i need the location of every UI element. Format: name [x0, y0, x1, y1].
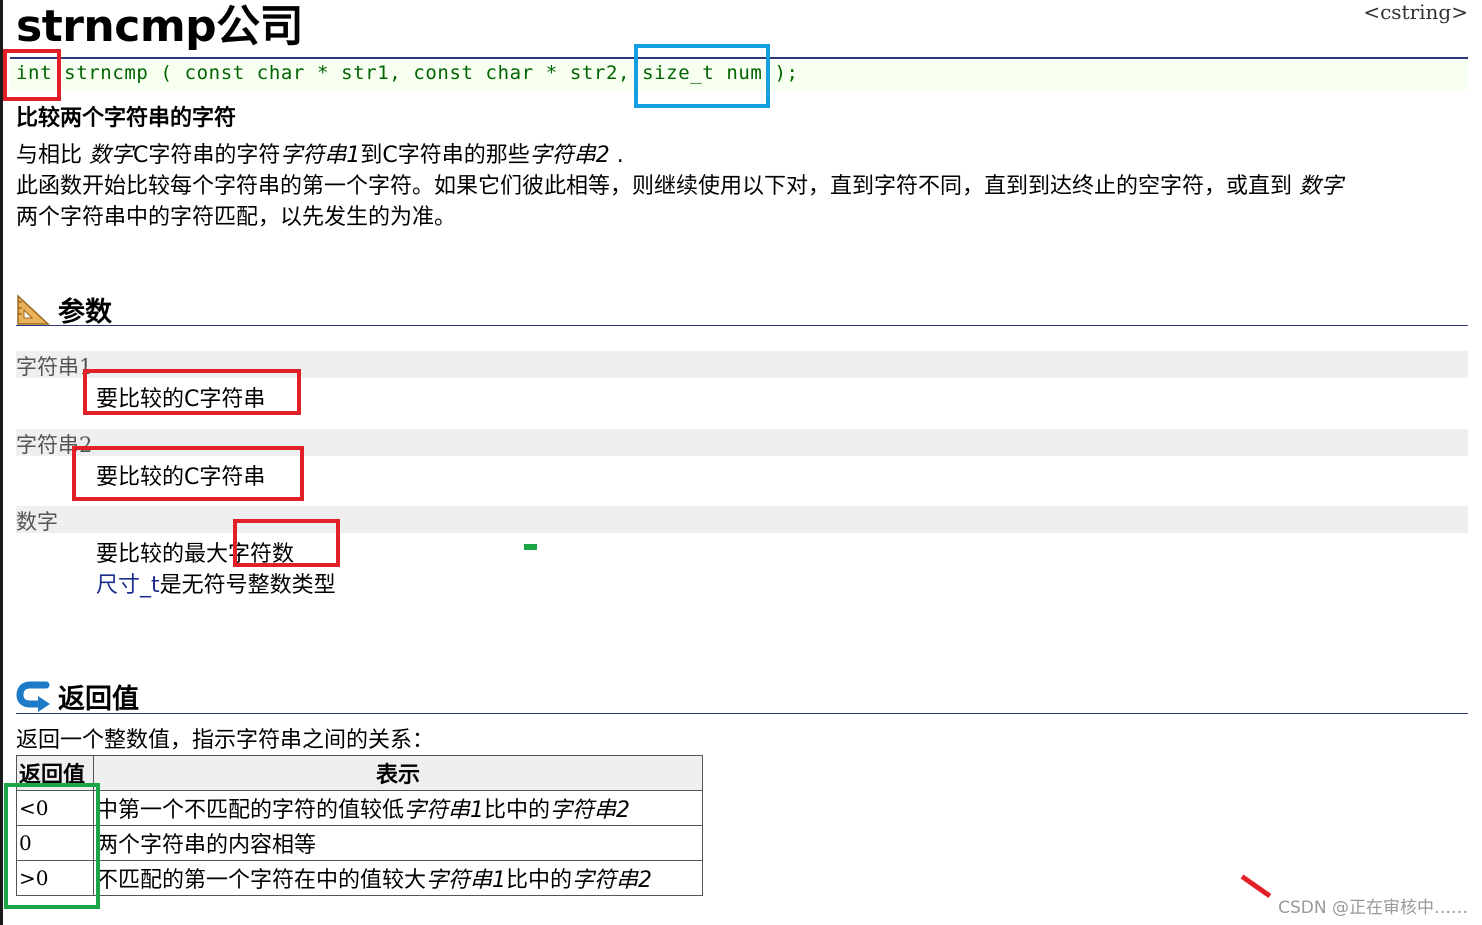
return-intro: 返回一个整数值，指示字符串之间的关系： — [16, 728, 435, 753]
header-tag-link[interactable]: <cstring> — [1363, 0, 1468, 24]
table-row: <0 中第一个不匹配的字符的值较低字符串1比中的字符串2 — [16, 790, 703, 826]
description-line-3: 两个字符串中的字符匹配，以先发生的为准。 — [16, 205, 457, 230]
return-value-table: 返回值 表示 <0 中第一个不匹配的字符的值较低字符串1比中的字符串2 0 两个… — [16, 755, 703, 896]
size-t-link[interactable]: 尺寸_t — [96, 573, 160, 598]
page-title: strncmp公司 — [16, 1, 304, 52]
meaning-cell: 两个字符串的内容相等 — [93, 825, 703, 861]
annotation-mark — [524, 544, 537, 550]
return-divider — [16, 713, 1468, 714]
ruler-triangle-icon — [17, 293, 50, 325]
param-str2: const char * str2, — [413, 62, 643, 84]
meaning-cell: 中第一个不匹配的字符的值较低字符串1比中的字符串2 — [93, 790, 703, 826]
parameters-divider — [16, 325, 1468, 326]
left-border — [0, 0, 3, 925]
highlight-box-return-values — [4, 783, 100, 909]
function-name: strncmp — [64, 62, 149, 84]
parameters-heading: 参数 — [16, 290, 112, 329]
table-row: 0 两个字符串的内容相等 — [16, 825, 703, 861]
param-type-note: 尺寸_t是无符号整数类型 — [96, 573, 336, 598]
highlight-box-size-param — [634, 44, 770, 108]
description-line-2: 此函数开始比较每个字符串的第一个字符。如果它们彼此相等，则继续使用以下对，直到字… — [16, 174, 1344, 199]
annotation-slash — [1240, 874, 1272, 899]
highlight-box-str2-desc — [72, 446, 304, 501]
highlight-box-char-count — [233, 519, 340, 567]
return-value-heading: 返回值 — [16, 677, 139, 716]
param-str1: const char * str1, — [184, 62, 414, 84]
param-name: 字符串1 — [16, 355, 93, 379]
column-header-meaning: 表示 — [93, 755, 703, 791]
table-row: >0 不匹配的第一个字符在中的值较大字符串1比中的字符串2 — [16, 860, 703, 896]
highlight-box-return-type — [3, 49, 61, 101]
return-arrow-icon — [16, 681, 50, 712]
function-subtitle: 比较两个字符串的字符 — [16, 106, 237, 131]
table-header-row: 返回值 表示 — [16, 755, 703, 791]
meaning-cell: 不匹配的第一个字符在中的值较大字符串1比中的字符串2 — [93, 860, 703, 896]
param-name: 数字 — [16, 510, 58, 534]
highlight-box-str1-desc — [83, 369, 301, 415]
description-line-1: 与相比 数字C字符串的字符字符串1到C字符串的那些字符串2 . — [16, 143, 624, 168]
watermark: CSDN @正在审核中…… — [1278, 898, 1468, 918]
